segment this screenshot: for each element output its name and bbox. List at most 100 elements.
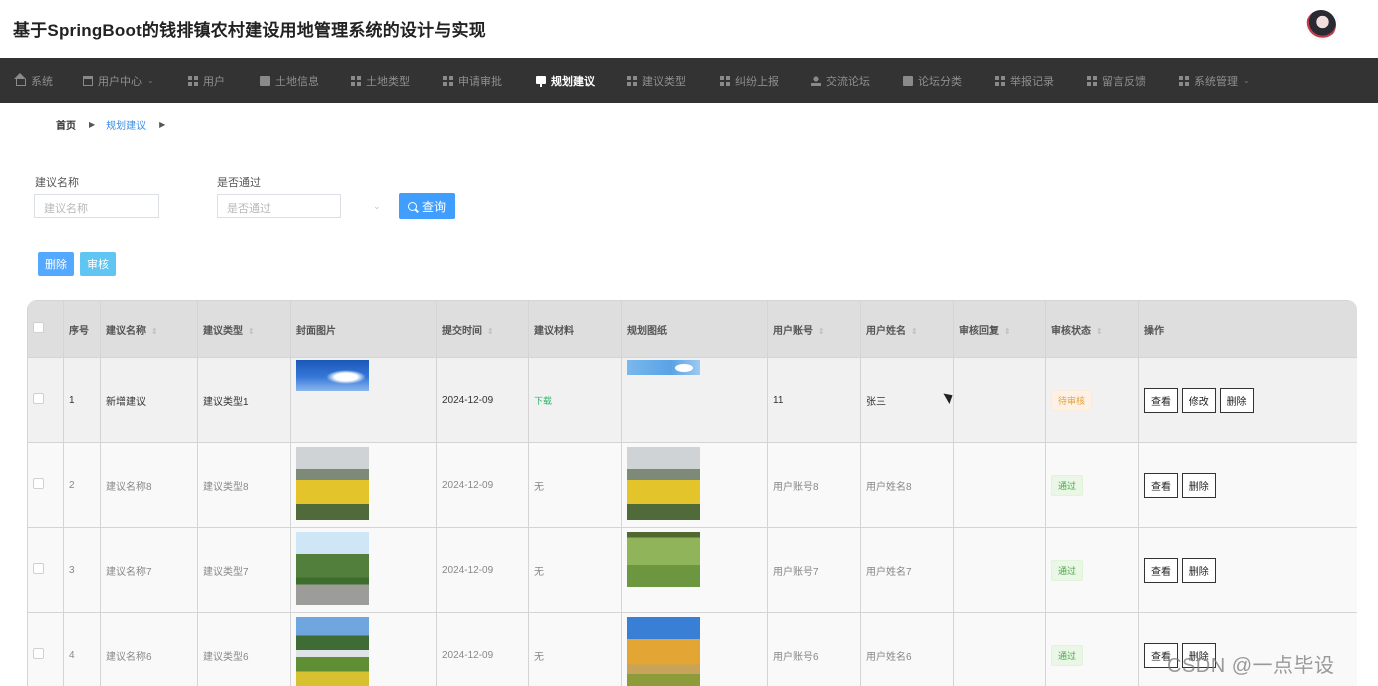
row-checkbox[interactable] bbox=[33, 648, 44, 659]
cell-name: 建议名称7 bbox=[100, 527, 198, 613]
row-checkbox[interactable] bbox=[33, 478, 44, 489]
drawing-image[interactable] bbox=[627, 360, 700, 375]
avatar[interactable] bbox=[1306, 10, 1336, 40]
cell-account: 11 bbox=[767, 357, 861, 443]
cell-time: 2024-12-09 bbox=[436, 527, 529, 613]
grid-icon bbox=[188, 75, 198, 86]
status-badge: 通过 bbox=[1051, 644, 1084, 666]
pass-status-select[interactable]: 是否通过 bbox=[217, 194, 341, 218]
table-row: 1 新增建议 建议类型1 2024-12-09 下载 11 张三 待审核 查看 … bbox=[27, 357, 1357, 443]
nav-item-dispute[interactable]: 纠纷上报 bbox=[720, 58, 779, 103]
breadcrumb: 首页 ▶ 规划建议 ▶ bbox=[56, 117, 176, 132]
batch-delete-button[interactable]: 删除 bbox=[38, 252, 74, 276]
cell-drawing bbox=[621, 442, 768, 528]
nav-item-suggestion-type[interactable]: 建议类型 bbox=[627, 58, 686, 103]
cell-type: 建议类型6 bbox=[197, 612, 291, 686]
view-button[interactable]: 查看 bbox=[1144, 472, 1178, 498]
row-select-cell bbox=[27, 612, 64, 686]
chevron-right-icon: ▶ bbox=[159, 120, 166, 129]
app-title: 基于SpringBoot的钱排镇农村建设用地管理系统的设计与实现 bbox=[13, 21, 486, 40]
cell-cover bbox=[290, 357, 437, 443]
breadcrumb-current[interactable]: 规划建议 bbox=[106, 117, 146, 132]
sort-icon[interactable]: ⇕ bbox=[151, 327, 158, 336]
nav-item-planning[interactable]: 规划建议 bbox=[536, 58, 595, 103]
cell-type: 建议类型8 bbox=[197, 442, 291, 528]
col-time[interactable]: 提交时间 ⇕ bbox=[436, 300, 529, 358]
nav-item-users[interactable]: 用户 bbox=[188, 58, 225, 103]
batch-audit-button[interactable]: 审核 bbox=[80, 252, 116, 276]
main-nav: 系统 用户中心 ⌄ 用户 土地信息 土地类型 申请审批 规划建议 建议类型 纠纷上… bbox=[0, 58, 1378, 103]
cell-reply bbox=[953, 442, 1046, 528]
row-select-cell bbox=[27, 442, 64, 528]
cell-material: 下载 bbox=[528, 357, 622, 443]
view-button[interactable]: 查看 bbox=[1144, 387, 1178, 413]
col-drawing: 规划图纸 bbox=[621, 300, 768, 358]
select-all-cell bbox=[27, 300, 64, 358]
col-reply[interactable]: 审核回复 ⇕ bbox=[953, 300, 1046, 358]
cell-status: 通过 bbox=[1045, 527, 1139, 613]
nav-item-land-type[interactable]: 土地类型 bbox=[351, 58, 410, 103]
col-user[interactable]: 用户姓名 ⇕ bbox=[860, 300, 954, 358]
chevron-down-icon: ⌄ bbox=[373, 201, 381, 211]
sort-icon[interactable]: ⇕ bbox=[1004, 327, 1011, 336]
cell-type: 建议类型7 bbox=[197, 527, 291, 613]
chevron-down-icon: ⌄ bbox=[1243, 76, 1250, 85]
search-icon bbox=[407, 201, 417, 211]
col-name[interactable]: 建议名称 ⇕ bbox=[100, 300, 198, 358]
cover-image[interactable] bbox=[296, 532, 369, 605]
query-button[interactable]: 查询 bbox=[399, 193, 455, 219]
nav-item-land-info[interactable]: 土地信息 bbox=[260, 58, 319, 103]
cell-material: 无 bbox=[528, 442, 622, 528]
nav-item-feedback[interactable]: 留言反馈 bbox=[1087, 58, 1146, 103]
download-link[interactable]: 下载 bbox=[534, 396, 552, 406]
row-checkbox[interactable] bbox=[33, 563, 44, 574]
delete-button[interactable]: 删除 bbox=[1181, 557, 1216, 583]
window-icon bbox=[83, 75, 93, 86]
cell-time: 2024-12-09 bbox=[436, 442, 529, 528]
nav-item-approval[interactable]: 申请审批 bbox=[443, 58, 502, 103]
sort-icon[interactable]: ⇕ bbox=[248, 327, 255, 336]
table-row: 4 建议名称6 建议类型6 2024-12-09 无 用户账号6 用户姓名6 通… bbox=[27, 612, 1357, 686]
cover-image[interactable] bbox=[296, 360, 369, 391]
drawing-image[interactable] bbox=[627, 617, 700, 686]
delete-button[interactable]: 删除 bbox=[1219, 387, 1254, 413]
nav-item-system[interactable]: 系统 bbox=[14, 58, 53, 103]
col-type[interactable]: 建议类型 ⇕ bbox=[197, 300, 291, 358]
sort-icon[interactable]: ⇕ bbox=[487, 327, 494, 336]
drawing-image[interactable] bbox=[627, 447, 700, 520]
drawing-image[interactable] bbox=[627, 532, 700, 587]
cover-image[interactable] bbox=[296, 447, 369, 520]
cell-user: 用户姓名7 bbox=[860, 527, 954, 613]
cell-name: 建议名称8 bbox=[100, 442, 198, 528]
cell-reply bbox=[953, 612, 1046, 686]
cell-reply bbox=[953, 527, 1046, 613]
cell-index: 3 bbox=[63, 527, 101, 613]
nav-item-system-admin[interactable]: 系统管理 ⌄ bbox=[1179, 58, 1250, 103]
status-badge: 通过 bbox=[1051, 474, 1084, 496]
view-button[interactable]: 查看 bbox=[1144, 557, 1178, 583]
cover-image[interactable] bbox=[296, 617, 369, 686]
cell-status: 待审核 bbox=[1045, 357, 1139, 443]
cell-cover bbox=[290, 527, 437, 613]
col-status[interactable]: 审核状态 ⇕ bbox=[1045, 300, 1139, 358]
sort-icon[interactable]: ⇕ bbox=[1096, 327, 1103, 336]
select-all-checkbox[interactable] bbox=[33, 322, 44, 333]
row-select-cell bbox=[27, 527, 64, 613]
nav-item-forum-category[interactable]: 论坛分类 bbox=[903, 58, 962, 103]
grid-icon bbox=[1087, 75, 1097, 86]
col-account[interactable]: 用户账号 ⇕ bbox=[767, 300, 861, 358]
nav-item-reports[interactable]: 举报记录 bbox=[995, 58, 1054, 103]
row-checkbox[interactable] bbox=[33, 393, 44, 404]
sort-icon[interactable]: ⇕ bbox=[911, 327, 918, 336]
cell-reply bbox=[953, 357, 1046, 443]
delete-button[interactable]: 删除 bbox=[1181, 472, 1216, 498]
nav-item-forum[interactable]: 交流论坛 bbox=[811, 58, 870, 103]
nav-item-user-center[interactable]: 用户中心 ⌄ bbox=[83, 58, 154, 103]
grid-icon bbox=[627, 75, 637, 86]
sort-icon[interactable]: ⇕ bbox=[818, 327, 825, 336]
suggestion-name-input[interactable]: 建议名称 bbox=[34, 194, 159, 218]
breadcrumb-home[interactable]: 首页 bbox=[56, 117, 76, 132]
edit-button[interactable]: 修改 bbox=[1181, 387, 1216, 413]
cell-drawing bbox=[621, 612, 768, 686]
table-row: 3 建议名称7 建议类型7 2024-12-09 无 用户账号7 用户姓名7 通… bbox=[27, 527, 1357, 613]
